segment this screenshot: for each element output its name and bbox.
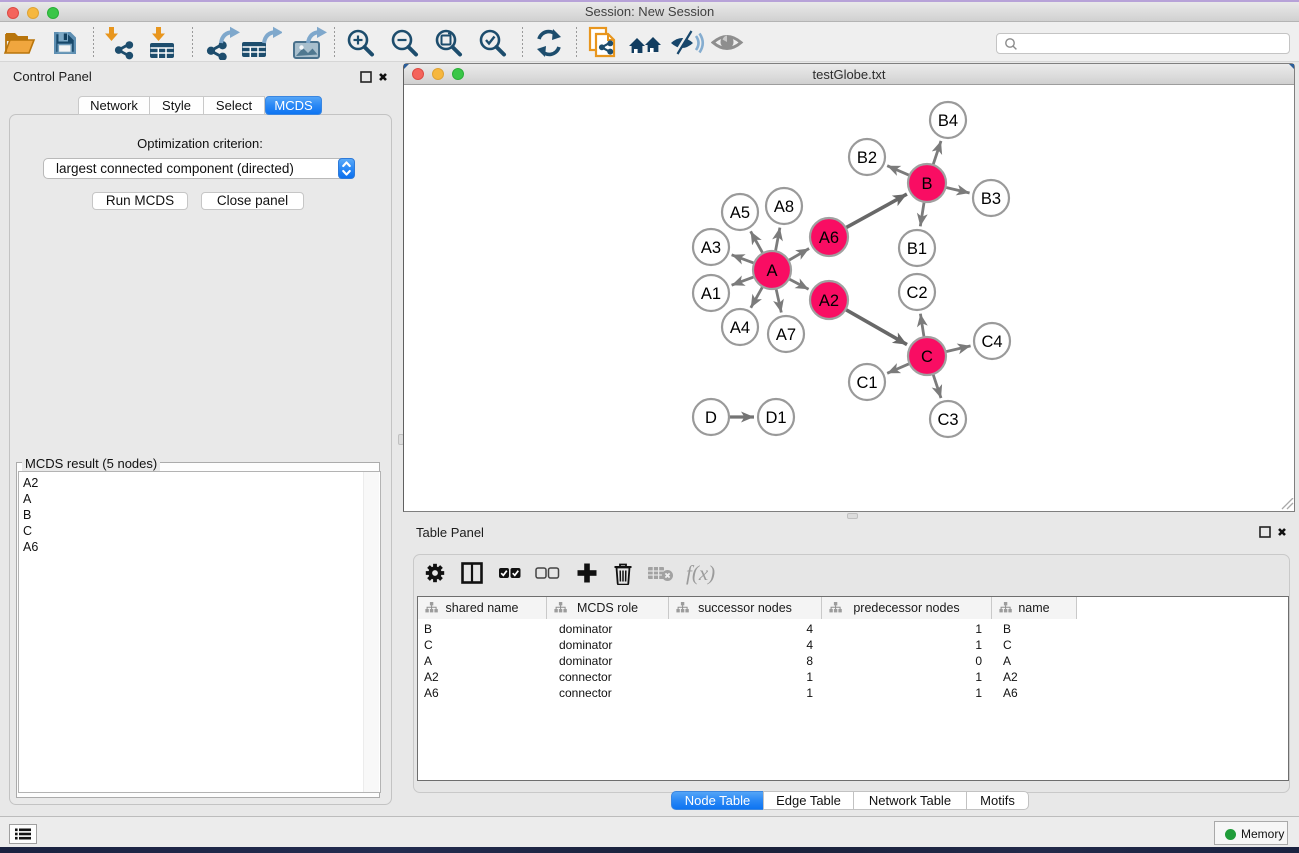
svg-text:C2: C2 [906,284,927,302]
svg-text:A1: A1 [701,285,721,303]
svg-text:D1: D1 [765,409,786,427]
svg-text:B1: B1 [907,240,927,258]
svg-text:A: A [766,262,777,280]
svg-text:A5: A5 [730,204,750,222]
svg-text:A8: A8 [774,198,794,216]
svg-text:D: D [705,409,717,427]
svg-text:A6: A6 [819,229,839,247]
svg-text:B4: B4 [938,112,958,130]
svg-text:C: C [921,348,933,366]
svg-text:B3: B3 [981,190,1001,208]
svg-text:A3: A3 [701,239,721,257]
svg-text:C3: C3 [937,411,958,429]
svg-text:A4: A4 [730,319,750,337]
svg-text:C1: C1 [856,374,877,392]
svg-text:A7: A7 [776,326,796,344]
svg-text:B: B [921,175,932,193]
svg-text:B2: B2 [857,149,877,167]
svg-text:A2: A2 [819,292,839,310]
svg-text:C4: C4 [981,333,1002,351]
